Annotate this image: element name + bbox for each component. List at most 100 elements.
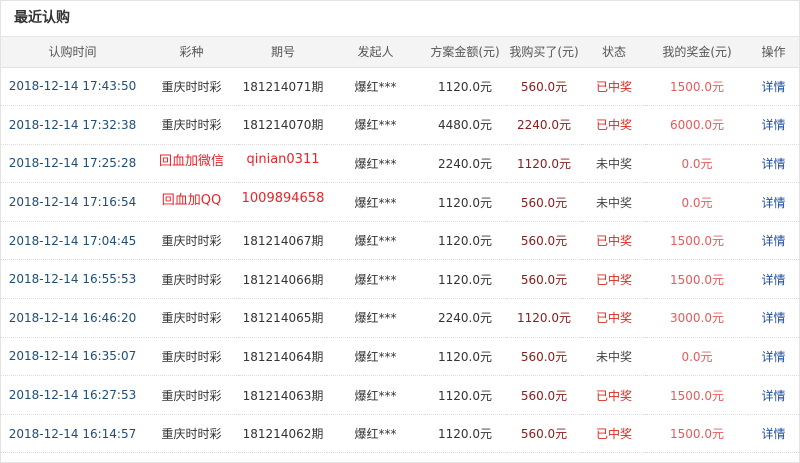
details-link[interactable]: 详情: [748, 182, 799, 222]
table-row: 2018-12-14 16:35:07 重庆时时彩 181214064期 爆红*** 1…: [1, 337, 799, 377]
initiator-cell: 爆红***: [327, 144, 424, 184]
col-header-game: 彩种: [144, 37, 239, 68]
purchase-time-cell: 2018-12-14 16:14:57: [1, 414, 144, 454]
purchase-time-cell: 2018-12-14 16:35:07: [1, 337, 144, 377]
game-cell: 重庆时时彩: [144, 105, 239, 145]
initiator-cell: 爆红***: [327, 375, 424, 415]
game-cell: 重庆时时彩: [144, 298, 239, 338]
amount-cell: 1120.0元: [424, 337, 506, 377]
purchase-time-cell: 2018-12-14 17:32:38: [1, 105, 144, 145]
initiator-cell: 爆红***: [327, 182, 424, 222]
prize-cell: 1500.0元: [646, 221, 748, 261]
col-header-status: 状态: [582, 37, 646, 68]
table-row: 2018-12-14 17:43:50 重庆时时彩 181214071期 爆红*** 1…: [1, 67, 799, 107]
col-header-time: 认购时间: [1, 37, 144, 68]
amount-cell: 1120.0元: [424, 182, 506, 222]
initiator-cell: 爆红***: [327, 67, 424, 107]
prize-cell: 1500.0元: [646, 67, 748, 107]
status-cell: 已中奖: [582, 221, 646, 261]
amount-cell: 1120.0元: [424, 375, 506, 415]
details-link[interactable]: 详情: [748, 414, 799, 454]
col-header-prize: 我的奖金(元): [646, 37, 748, 68]
game-cell-text: 回血加QQ: [161, 192, 222, 208]
details-link[interactable]: 详情: [748, 144, 799, 184]
game-cell: 回血加微信: [144, 144, 239, 184]
game-cell: 重庆时时彩: [144, 221, 239, 261]
initiator-cell: 爆红***: [327, 105, 424, 145]
bought-cell: 560.0元: [506, 375, 582, 415]
purchases-table: 认购时间 彩种 期号 发起人 方案金额(元) 我购买了(元) 状态 我的奖金(元…: [1, 37, 799, 454]
details-link[interactable]: 详情: [748, 67, 799, 107]
purchase-time-cell: 2018-12-14 17:25:28: [1, 144, 144, 184]
table-row: 2018-12-14 17:25:28 回血加微信 qinian0311 爆红*** 2…: [1, 144, 799, 184]
status-cell: 已中奖: [582, 414, 646, 454]
bought-cell: 1120.0元: [506, 144, 582, 184]
col-header-issue: 期号: [239, 37, 327, 68]
col-header-initiator: 发起人: [327, 37, 424, 68]
amount-cell: 2240.0元: [424, 144, 506, 184]
prize-cell: 0.0元: [646, 144, 748, 184]
initiator-cell: 爆红***: [327, 298, 424, 338]
amount-cell: 4480.0元: [424, 105, 506, 145]
amount-cell: 1120.0元: [424, 414, 506, 454]
issue-cell: 181214067期: [239, 221, 327, 261]
details-link[interactable]: 详情: [748, 298, 799, 338]
issue-cell: 181214063期: [239, 375, 327, 415]
details-link[interactable]: 详情: [748, 337, 799, 377]
game-cell-text: 回血加微信: [158, 153, 224, 169]
col-header-action: 操作: [748, 37, 799, 68]
initiator-cell: 爆红***: [327, 414, 424, 454]
issue-cell: 181214064期: [239, 337, 327, 377]
panel-title: 最近认购: [1, 1, 799, 37]
status-cell: 未中奖: [582, 182, 646, 222]
status-cell: 已中奖: [582, 67, 646, 107]
recent-purchases-panel: 最近认购 认购时间 彩种 期号 发起人 方案金额(元) 我购买了(元) 状态 我…: [0, 0, 800, 463]
status-cell: 未中奖: [582, 144, 646, 184]
table-row: 2018-12-14 17:16:54 回血加QQ 1009894658 爆红*** 1…: [1, 182, 799, 222]
initiator-cell: 爆红***: [327, 259, 424, 300]
prize-cell: 0.0元: [646, 182, 748, 222]
bought-cell: 560.0元: [506, 414, 582, 454]
details-link[interactable]: 详情: [748, 221, 799, 261]
prize-cell: 3000.0元: [646, 298, 748, 338]
game-cell: 重庆时时彩: [144, 375, 239, 415]
status-cell: 已中奖: [582, 298, 646, 338]
purchase-time-cell: 2018-12-14 16:46:20: [1, 298, 144, 338]
table-row: 2018-12-14 16:55:53 重庆时时彩 181214066期 爆红*** 1…: [1, 259, 799, 300]
prize-cell: 1500.0元: [646, 259, 748, 300]
game-cell: 重庆时时彩: [144, 414, 239, 454]
issue-cell: 181214062期: [239, 414, 327, 454]
table-row: 2018-12-14 16:14:57 重庆时时彩 181214062期 爆红*** 1…: [1, 414, 799, 454]
issue-cell: 181214065期: [239, 298, 327, 338]
issue-cell-text: qinian0311: [246, 151, 320, 167]
amount-cell: 1120.0元: [424, 67, 506, 107]
status-cell: 已中奖: [582, 105, 646, 145]
issue-cell: qinian0311: [239, 144, 327, 184]
status-cell: 已中奖: [582, 375, 646, 415]
bought-cell: 560.0元: [506, 259, 582, 300]
bought-cell: 560.0元: [506, 182, 582, 222]
table-row: 2018-12-14 17:32:38 重庆时时彩 181214070期 爆红*** 4…: [1, 105, 799, 145]
amount-cell: 1120.0元: [424, 221, 506, 261]
issue-cell: 1009894658: [239, 182, 327, 222]
col-header-bought: 我购买了(元): [506, 37, 582, 68]
bought-cell: 560.0元: [506, 337, 582, 377]
prize-cell: 1500.0元: [646, 375, 748, 415]
prize-cell: 1500.0元: [646, 414, 748, 454]
purchase-time-cell: 2018-12-14 16:55:53: [1, 259, 144, 300]
purchase-time-cell: 2018-12-14 17:04:45: [1, 221, 144, 261]
issue-cell: 181214070期: [239, 105, 327, 145]
game-cell: 重庆时时彩: [144, 259, 239, 300]
table-body: 2018-12-14 17:43:50 重庆时时彩 181214071期 爆红*** 1…: [1, 67, 799, 454]
prize-cell: 6000.0元: [646, 105, 748, 145]
details-link[interactable]: 详情: [748, 375, 799, 415]
issue-cell: 181214071期: [239, 67, 327, 107]
table-row: 2018-12-14 16:46:20 重庆时时彩 181214065期 爆红*** 2…: [1, 298, 799, 338]
table-header-row: 认购时间 彩种 期号 发起人 方案金额(元) 我购买了(元) 状态 我的奖金(元…: [1, 37, 799, 68]
game-cell: 回血加QQ: [144, 182, 239, 222]
table-row: 2018-12-14 17:04:45 重庆时时彩 181214067期 爆红*** 1…: [1, 221, 799, 261]
details-link[interactable]: 详情: [748, 259, 799, 300]
initiator-cell: 爆红***: [327, 221, 424, 261]
details-link[interactable]: 详情: [748, 105, 799, 145]
status-cell: 已中奖: [582, 259, 646, 300]
